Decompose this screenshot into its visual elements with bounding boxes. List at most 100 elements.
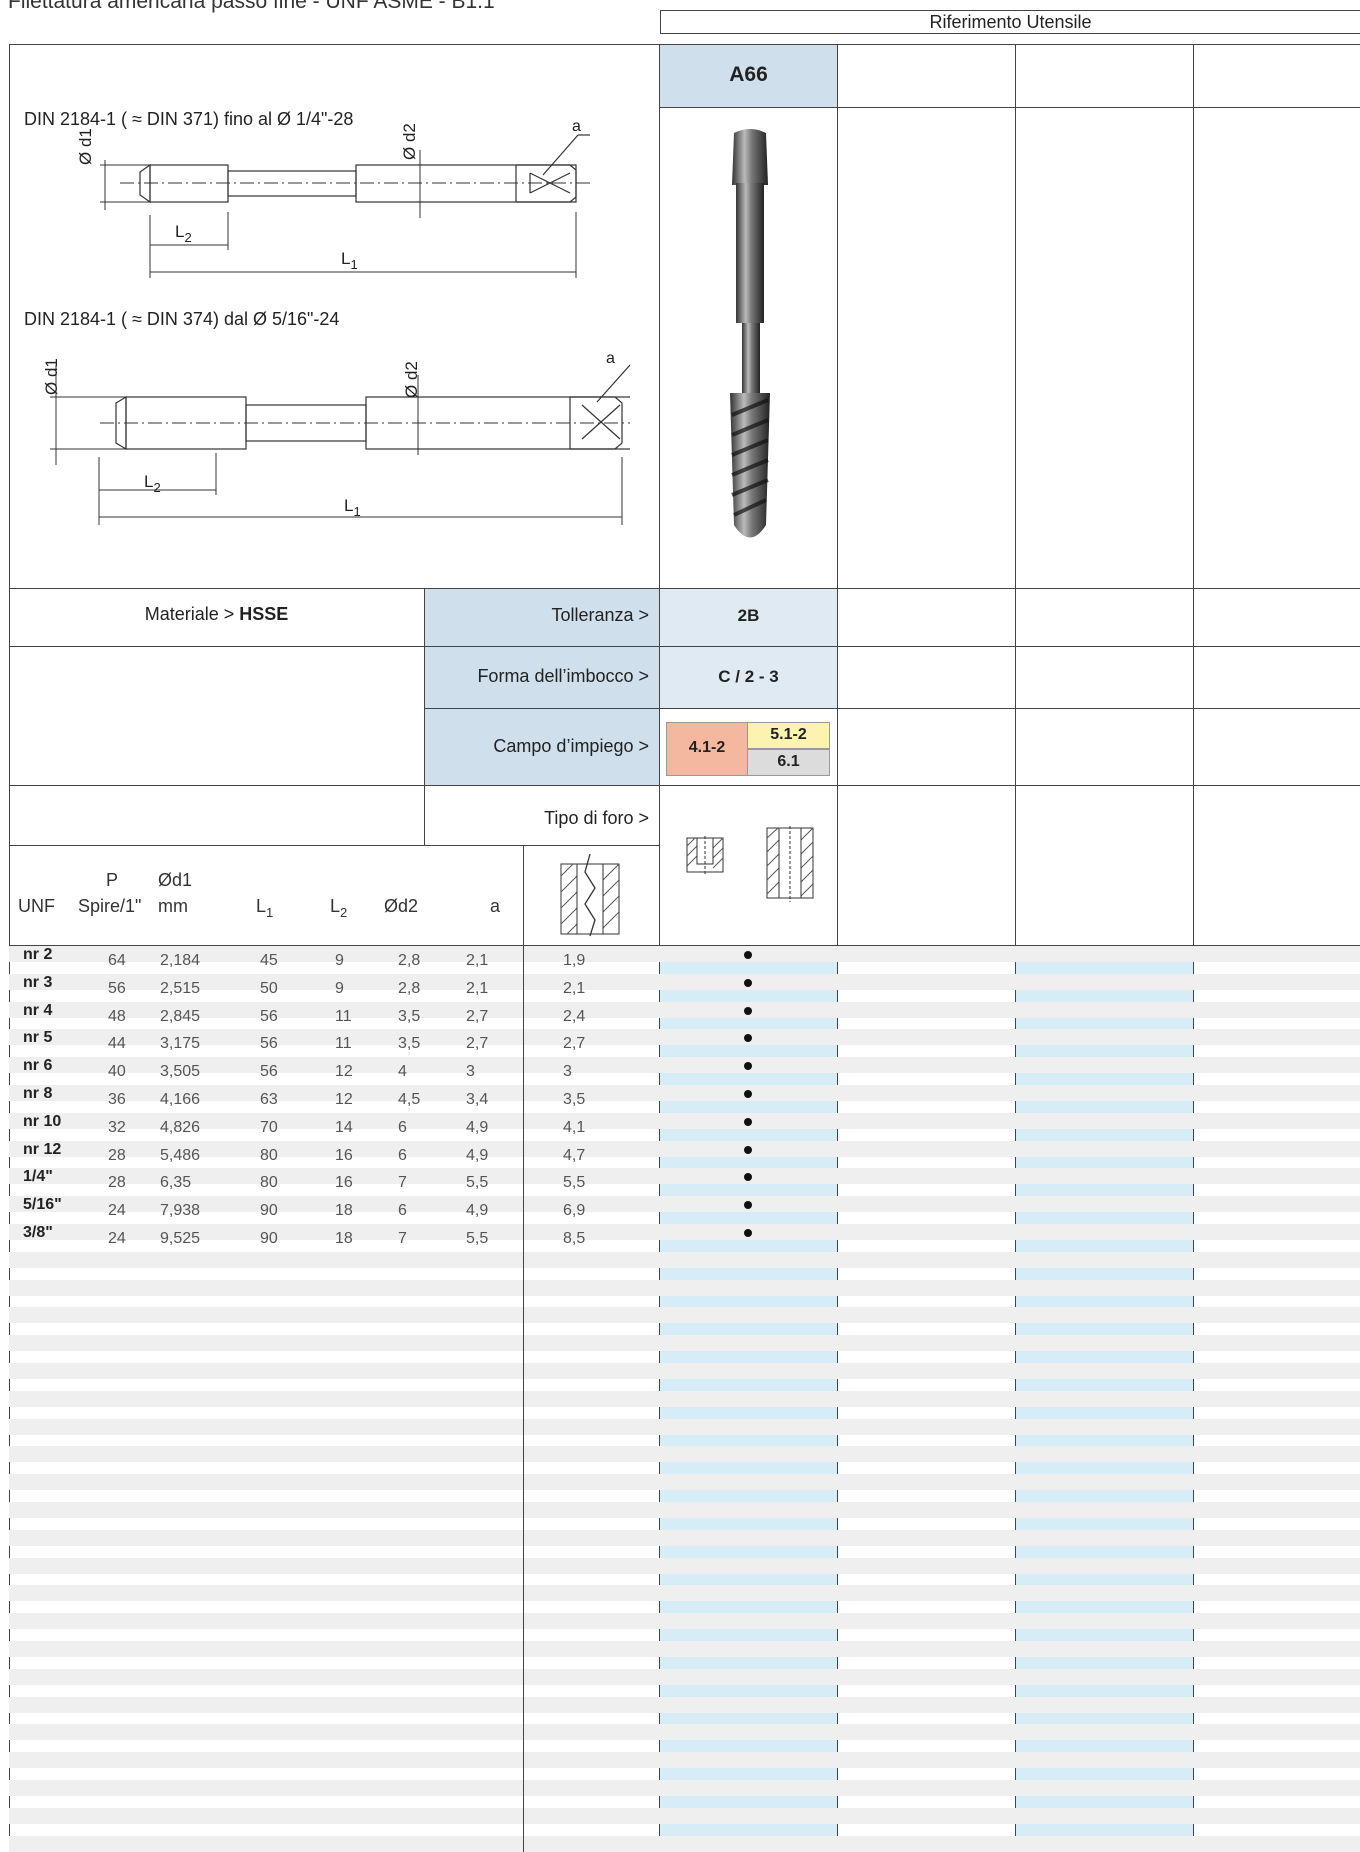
table-row-stripe — [9, 1502, 1360, 1518]
table-row-stripe — [9, 1252, 1360, 1268]
blind-hole-icon — [686, 836, 724, 876]
availability-dot — [744, 1229, 752, 1237]
table-cell-drill: 4,7 — [563, 1147, 586, 1164]
tool-code: A66 — [729, 63, 768, 86]
drill-size-icon — [560, 853, 620, 937]
drawing1-l2-label: L2 — [175, 222, 192, 245]
table-cell-a: 2,7 — [466, 1035, 489, 1052]
table-cell-l1: 90 — [260, 1230, 278, 1247]
table-cell-d2: 4,5 — [398, 1091, 421, 1108]
material-label: Materiale > HSSE — [144, 604, 289, 624]
table-row-stripe — [9, 1307, 1360, 1323]
table-cell-drill: 3,5 — [563, 1091, 586, 1108]
table-cell-p: 28 — [108, 1147, 126, 1164]
table-cell-d2: 2,8 — [398, 952, 421, 969]
table-row-stripe — [9, 1335, 1360, 1351]
header-p-bottom: Spire/1" — [78, 896, 142, 916]
table-cell-d1: 2,184 — [160, 952, 201, 969]
table-cell-l2: 16 — [335, 1147, 353, 1164]
table-cell-d2: 4 — [398, 1063, 407, 1080]
table-cell-size: nr 12 — [23, 1141, 62, 1158]
table-cell-d2: 7 — [398, 1174, 407, 1191]
table-cell-l2: 12 — [335, 1091, 353, 1108]
page-title: Filettatura americana passo fine - UNF A… — [8, 0, 495, 13]
drawing1-tap-diagram — [100, 134, 590, 278]
table-cell-p: 32 — [108, 1119, 126, 1136]
table-cell-size: 5/16" — [23, 1196, 62, 1213]
table-cell-l2: 18 — [335, 1202, 353, 1219]
table-cell-size: nr 5 — [23, 1029, 53, 1046]
table-cell-l1: 80 — [260, 1147, 278, 1164]
application-top: 5.1-2 — [747, 722, 830, 749]
application-bottom: 6.1 — [747, 749, 830, 776]
table-cell-drill: 1,9 — [563, 952, 586, 969]
table-row-stripe — [9, 1836, 1360, 1852]
table-row-stripe — [9, 1196, 1360, 1212]
drawing2-d2-label: Ø d2 — [402, 361, 421, 398]
table-cell-l1: 56 — [260, 1063, 278, 1080]
table-cell-d2: 6 — [398, 1202, 407, 1219]
table-cell-a: 3,4 — [466, 1091, 489, 1108]
table-cell-d1: 3,505 — [160, 1063, 201, 1080]
table-cell-a: 4,9 — [466, 1202, 489, 1219]
table-cell-p: 44 — [108, 1035, 126, 1052]
header-unf: UNF — [18, 896, 55, 916]
drawing2-d1-label: Ø d1 — [42, 358, 61, 395]
table-cell-l2: 14 — [335, 1119, 353, 1136]
table-row-stripe — [9, 1419, 1360, 1435]
table-cell-d2: 2,8 — [398, 980, 421, 997]
table-cell-size: nr 10 — [23, 1113, 62, 1130]
table-cell-d1: 2,845 — [160, 1008, 201, 1025]
table-row-stripe — [9, 1752, 1360, 1768]
table-cell-d1: 9,525 — [160, 1230, 201, 1247]
table-row-stripe — [9, 1697, 1360, 1713]
availability-dot — [744, 979, 752, 987]
table-cell-l2: 11 — [335, 1035, 352, 1052]
table-cell-a: 2,1 — [466, 980, 489, 997]
header-a: a — [490, 896, 501, 916]
availability-dot — [744, 1034, 752, 1042]
table-cell-a: 5,5 — [466, 1174, 489, 1191]
table-cell-a: 3 — [466, 1063, 475, 1080]
hole-type-label: Tipo di foro > — [544, 808, 649, 828]
table-cell-size: nr 3 — [23, 974, 53, 991]
drawing1-a-label: a — [572, 118, 581, 135]
drawing2-a-label: a — [606, 350, 615, 367]
header-d1-top: Ød1 — [158, 870, 193, 890]
chamfer-label: Forma dell’imbocco > — [477, 666, 649, 686]
table-cell-size: nr 2 — [23, 946, 53, 963]
table-row-stripe — [9, 1613, 1360, 1629]
tolerance-label: Tolleranza > — [551, 605, 649, 625]
table-cell-l1: 50 — [260, 980, 278, 997]
table-row-stripe — [9, 974, 1360, 990]
availability-dot — [744, 951, 752, 959]
table-cell-l1: 56 — [260, 1008, 278, 1025]
table-cell-drill: 8,5 — [563, 1230, 586, 1247]
table-cell-d1: 4,166 — [160, 1091, 201, 1108]
drawing2-l1-label: L1 — [344, 496, 361, 519]
availability-dot — [744, 1090, 752, 1098]
table-cell-l1: 63 — [260, 1091, 278, 1108]
table-cell-l2: 9 — [335, 952, 344, 969]
table-cell-drill: 2,1 — [563, 980, 586, 997]
table-cell-p: 36 — [108, 1091, 126, 1108]
table-cell-d1: 4,826 — [160, 1119, 201, 1136]
table-cell-d1: 7,938 — [160, 1202, 201, 1219]
drawing1-l1-label: L1 — [341, 249, 358, 272]
table-row-stripe — [9, 1585, 1360, 1601]
table-cell-a: 2,7 — [466, 1008, 489, 1025]
application-main: 4.1-2 — [666, 722, 748, 776]
drawing2-tap-diagram — [50, 364, 630, 525]
table-cell-p: 48 — [108, 1008, 126, 1025]
table-row-stripe — [9, 1224, 1360, 1240]
table-cell-l1: 70 — [260, 1119, 278, 1136]
table-cell-d1: 5,486 — [160, 1147, 201, 1164]
drawing2-caption: DIN 2184-1 ( ≈ DIN 374) dal Ø 5/16"-24 — [24, 309, 340, 329]
table-cell-l2: 18 — [335, 1230, 353, 1247]
table-cell-p: 56 — [108, 980, 126, 997]
drawing1-d2-label: Ø d2 — [400, 123, 419, 160]
table-cell-a: 4,9 — [466, 1147, 489, 1164]
table-row-stripe — [9, 1141, 1360, 1157]
table-cell-d2: 3,5 — [398, 1008, 421, 1025]
tap-tool-image — [730, 129, 770, 538]
